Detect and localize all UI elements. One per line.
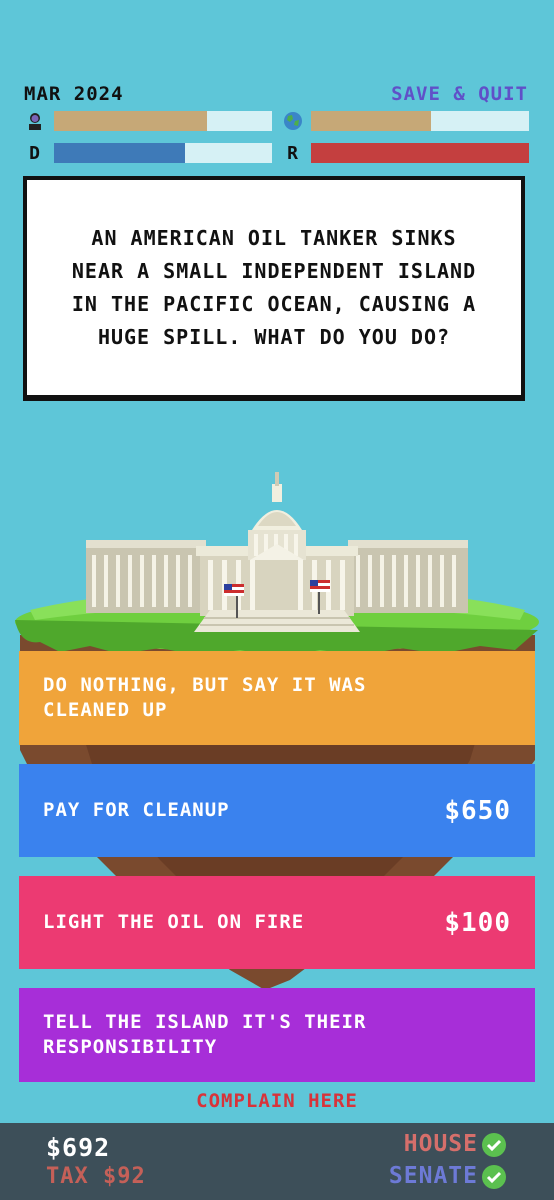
- globe-icon: [282, 110, 304, 132]
- people-approval-meter: [24, 110, 272, 132]
- choice-button-3[interactable]: LIGHT THE OIL ON FIRE $100: [19, 876, 535, 969]
- democrat-meter: D: [24, 142, 272, 164]
- house-check-icon: [482, 1133, 506, 1157]
- question-text: AN AMERICAN OIL TANKER SINKS NEAR A SMAL…: [71, 225, 477, 349]
- republican-fill: [311, 143, 529, 163]
- choice-label: TELL THE ISLAND IT'S THEIR RESPONSIBILIT…: [43, 1011, 367, 1058]
- republican-label: R: [287, 142, 299, 164]
- complain-link[interactable]: COMPLAIN HERE: [0, 1090, 554, 1112]
- choice-label: DO NOTHING, BUT SAY IT WAS CLEANED UP: [43, 674, 367, 721]
- planet-approval-bar: [311, 111, 529, 131]
- people-approval-bar: [54, 111, 272, 131]
- senate-status-label: SENATE: [388, 1163, 478, 1189]
- date-label: MAR 2024: [24, 83, 124, 105]
- democrat-bar: [54, 143, 272, 163]
- choice-button-4[interactable]: TELL THE ISLAND IT'S THEIR RESPONSIBILIT…: [19, 988, 535, 1082]
- planet-approval-fill: [311, 111, 431, 131]
- republican-meter: R: [282, 142, 529, 164]
- choice-label: LIGHT THE OIL ON FIRE: [43, 911, 305, 933]
- choice-button-2[interactable]: PAY FOR CLEANUP $650: [19, 764, 535, 857]
- democrat-fill: [54, 143, 185, 163]
- choice-button-1[interactable]: DO NOTHING, BUT SAY IT WAS CLEANED UP: [19, 651, 535, 745]
- choice-cost: $650: [444, 795, 511, 826]
- people-approval-fill: [54, 111, 207, 131]
- choice-label: PAY FOR CLEANUP: [43, 799, 230, 821]
- tax-amount: TAX $92: [46, 1164, 146, 1189]
- republican-bar: [311, 143, 529, 163]
- status-bar: $692 TAX $92 HOUSE SENATE: [0, 1123, 554, 1200]
- save-quit-button[interactable]: SAVE & QUIT: [391, 83, 528, 105]
- money-balance: $692: [46, 1133, 111, 1162]
- question-card: AN AMERICAN OIL TANKER SINKS NEAR A SMAL…: [23, 176, 525, 399]
- person-icon: [24, 110, 46, 132]
- democrat-label: D: [29, 142, 41, 164]
- choice-cost: $100: [444, 907, 511, 938]
- house-status-label: HOUSE: [403, 1131, 478, 1157]
- planet-approval-meter: [282, 110, 529, 132]
- senate-check-icon: [482, 1165, 506, 1189]
